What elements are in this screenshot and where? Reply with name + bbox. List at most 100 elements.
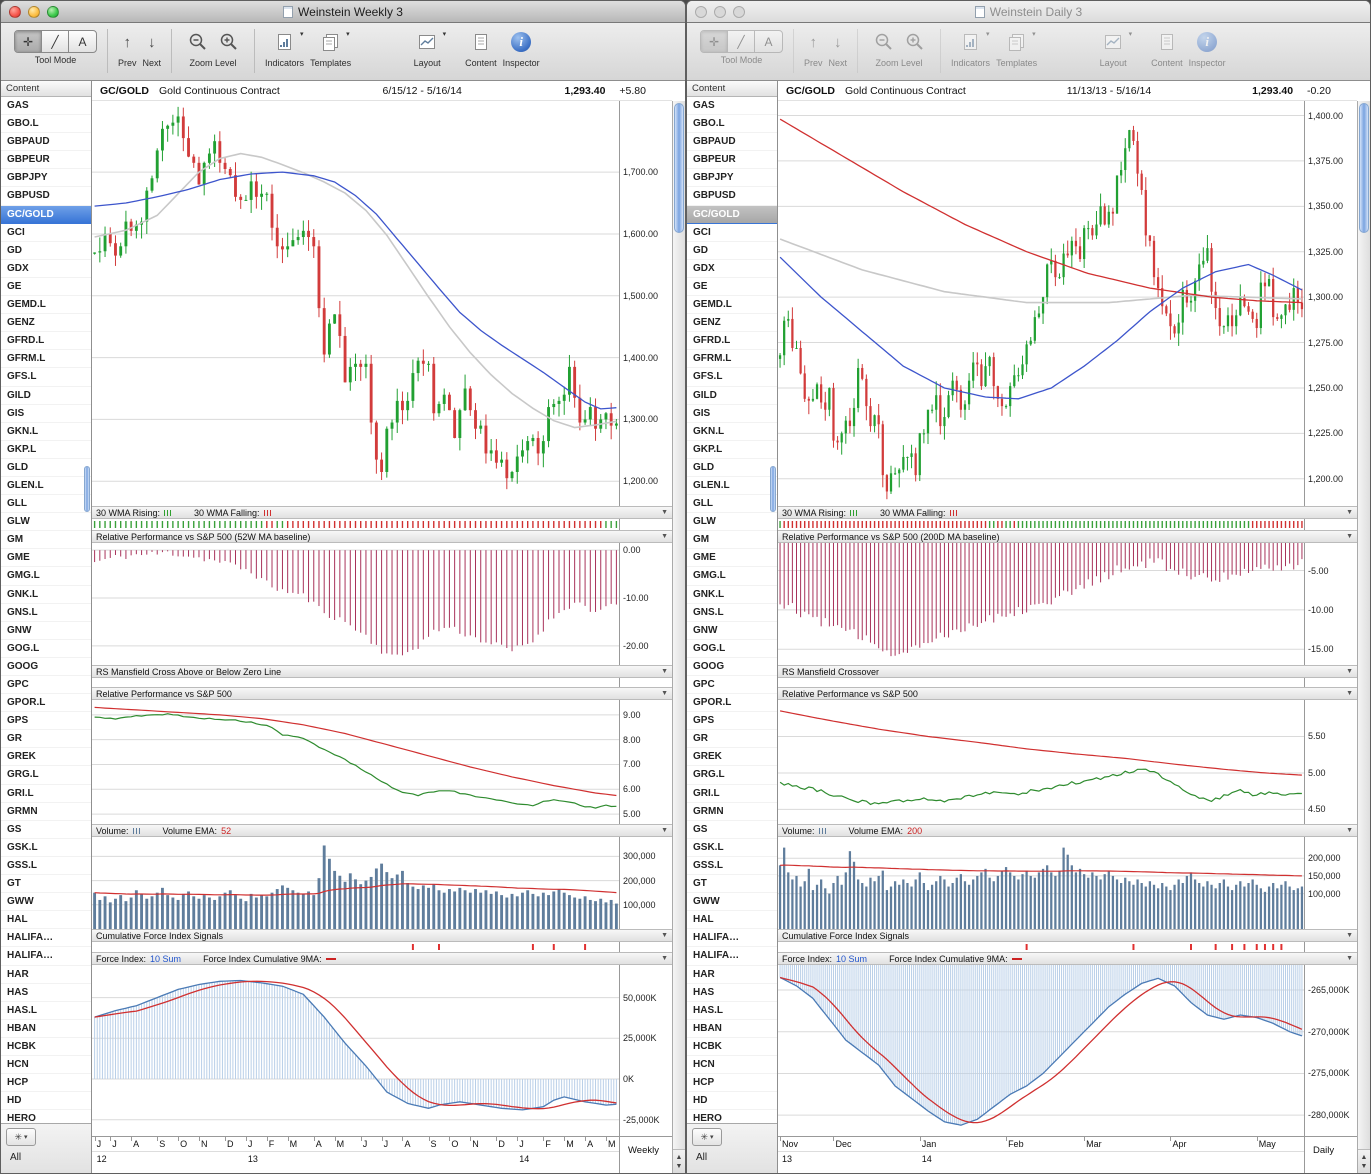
sidebar-item-gri-l[interactable]: GRI.L (1, 785, 91, 803)
sidebar-item-gc-gold[interactable]: GC/GOLD (1, 206, 91, 224)
sidebar-item-gs[interactable]: GS (687, 821, 777, 839)
sidebar-item-gm[interactable]: GM (1, 531, 91, 549)
sidebar-item-gnk-l[interactable]: GNK.L (687, 586, 777, 604)
text-tool-button[interactable]: A (755, 31, 782, 52)
sidebar-item-gbpeur[interactable]: GBPEUR (687, 151, 777, 169)
sidebar-item-gbpeur[interactable]: GBPEUR (1, 151, 91, 169)
sidebar-item-gld[interactable]: GLD (1, 459, 91, 477)
sidebar-item-hcbk[interactable]: HCBK (1, 1038, 91, 1056)
zoom-out-button[interactable] (868, 28, 899, 56)
zoom-window-button[interactable] (733, 6, 745, 18)
chart-scrollbar-thumb[interactable] (1359, 103, 1369, 233)
panel-header-volume[interactable]: Volume: Volume EMA:52 ▼ (92, 824, 672, 837)
line-tool-button[interactable]: ╱ (728, 31, 755, 52)
panel-header-mansfield[interactable]: RS Mansfield Crossover ▼ (778, 665, 1357, 678)
inspector-button[interactable]: i (1192, 28, 1222, 56)
sidebar-item-gbpaud[interactable]: GBPAUD (687, 133, 777, 151)
sidebar-item-has-l[interactable]: HAS.L (1, 1002, 91, 1020)
disclosure-icon[interactable]: ▼ (661, 533, 668, 540)
sidebar-item-hal[interactable]: HAL (687, 911, 777, 929)
disclosure-icon[interactable]: ▼ (1346, 932, 1353, 939)
sidebar-item-gld[interactable]: GLD (687, 459, 777, 477)
sidebar-item-gww[interactable]: GWW (1, 893, 91, 911)
sidebar-item-gis[interactable]: GIS (1, 405, 91, 423)
sidebar-item-gll[interactable]: GLL (1, 495, 91, 513)
close-button[interactable] (695, 6, 707, 18)
sidebar-item-hcp[interactable]: HCP (687, 1074, 777, 1092)
sidebar-item-gdx[interactable]: GDX (687, 260, 777, 278)
sidebar-item-gfrm-l[interactable]: GFRM.L (1, 350, 91, 368)
sidebar-item-genz[interactable]: GENZ (687, 314, 777, 332)
sidebar-item-grek[interactable]: GREK (687, 748, 777, 766)
sidebar-item-gps[interactable]: GPS (1, 712, 91, 730)
sidebar-item-gbpusd[interactable]: GBPUSD (687, 187, 777, 205)
chart-scrollbar-thumb[interactable] (674, 103, 684, 233)
sidebar-item-halifa-[interactable]: HALIFA… (687, 929, 777, 947)
inspector-button[interactable]: i (506, 28, 536, 56)
mansfield-signal-strip[interactable] (92, 678, 672, 687)
disclosure-icon[interactable]: ▼ (1346, 827, 1353, 834)
wma-trend-strip[interactable] (92, 519, 672, 530)
layout-button[interactable]: ▾ (1098, 28, 1128, 56)
sidebar-scrollbar-thumb[interactable] (84, 466, 90, 512)
sidebar-item-gm[interactable]: GM (687, 531, 777, 549)
relative-performance-lines[interactable]: 9.008.007.006.005.00 (92, 700, 672, 824)
disclosure-icon[interactable]: ▼ (661, 932, 668, 939)
action-menu-button[interactable]: ✳▾ (692, 1128, 722, 1146)
cfi-signal-strip[interactable] (92, 942, 672, 952)
sidebar-scrollbar[interactable] (769, 97, 777, 1123)
sidebar-item-gnw[interactable]: GNW (687, 622, 777, 640)
sidebar-item-gns-l[interactable]: GNS.L (1, 604, 91, 622)
price-chart[interactable]: 1,400.001,375.001,350.001,325.001,300.00… (778, 101, 1357, 506)
panel-header-wma[interactable]: 30 WMA Rising: 30 WMA Falling: ▼ (778, 506, 1357, 519)
sidebar-item-gfrd-l[interactable]: GFRD.L (687, 332, 777, 350)
sidebar-item-gbpusd[interactable]: GBPUSD (1, 187, 91, 205)
disclosure-icon[interactable]: ▼ (1346, 509, 1353, 516)
next-button[interactable]: ↓ (143, 28, 161, 56)
action-menu-button[interactable]: ✳▾ (6, 1128, 36, 1146)
sidebar-item-grg-l[interactable]: GRG.L (687, 766, 777, 784)
sidebar-item-hal[interactable]: HAL (1, 911, 91, 929)
sidebar-item-gt[interactable]: GT (1, 875, 91, 893)
panel-header-rp-hist[interactable]: Relative Performance vs S&P 500 (52W MA … (92, 530, 672, 543)
sidebar-item-har[interactable]: HAR (687, 966, 777, 984)
sidebar-item-gild[interactable]: GILD (1, 387, 91, 405)
sidebar-item-hban[interactable]: HBAN (687, 1020, 777, 1038)
sidebar-item-hd[interactable]: HD (687, 1092, 777, 1110)
templates-button[interactable]: ▾ (316, 28, 346, 56)
sidebar-scrollbar[interactable] (83, 97, 91, 1123)
sidebar-item-gss-l[interactable]: GSS.L (687, 857, 777, 875)
disclosure-icon[interactable]: ▼ (661, 827, 668, 834)
sidebar-item-ge[interactable]: GE (687, 278, 777, 296)
disclosure-icon[interactable]: ▼ (661, 955, 668, 962)
disclosure-icon[interactable]: ▼ (661, 668, 668, 675)
sidebar-item-gd[interactable]: GD (1, 242, 91, 260)
sidebar-item-halifa-[interactable]: HALIFA… (687, 947, 777, 965)
sidebar-item-gfrd-l[interactable]: GFRD.L (1, 332, 91, 350)
sidebar-item-has[interactable]: HAS (687, 984, 777, 1002)
sidebar-item-gps[interactable]: GPS (687, 712, 777, 730)
sidebar-item-gd[interactable]: GD (687, 242, 777, 260)
sidebar-item-gfs-l[interactable]: GFS.L (687, 368, 777, 386)
sidebar-item-gemd-l[interactable]: GEMD.L (687, 296, 777, 314)
content-button[interactable] (1152, 28, 1182, 56)
sidebar-item-gri-l[interactable]: GRI.L (687, 785, 777, 803)
panel-header-cfi[interactable]: Cumulative Force Index Signals ▼ (92, 929, 672, 942)
sidebar-item-grek[interactable]: GREK (1, 748, 91, 766)
minimize-button[interactable] (714, 6, 726, 18)
sidebar-item-hban[interactable]: HBAN (1, 1020, 91, 1038)
panel-header-rp-lines[interactable]: Relative Performance vs S&P 500 ▼ (778, 687, 1357, 700)
sidebar-item-gww[interactable]: GWW (687, 893, 777, 911)
sidebar-item-gog-l[interactable]: GOG.L (687, 640, 777, 658)
zoom-in-button[interactable] (899, 28, 930, 56)
sidebar-item-gmg-l[interactable]: GMG.L (687, 567, 777, 585)
volume-chart[interactable]: 200,000150,000100,000 (778, 837, 1357, 929)
scroll-down-icon[interactable]: ▼ (676, 1162, 683, 1171)
minimize-button[interactable] (28, 6, 40, 18)
disclosure-icon[interactable]: ▼ (1346, 533, 1353, 540)
sidebar-item-glen-l[interactable]: GLEN.L (1, 477, 91, 495)
scrollbar-arrows[interactable]: ▲ ▼ (673, 1149, 685, 1173)
window-titlebar[interactable]: Weinstein Weekly 3 (1, 1, 685, 23)
scrollbar-arrows[interactable]: ▲ ▼ (1358, 1149, 1370, 1173)
relative-performance-lines[interactable]: 5.505.004.50 (778, 700, 1357, 824)
